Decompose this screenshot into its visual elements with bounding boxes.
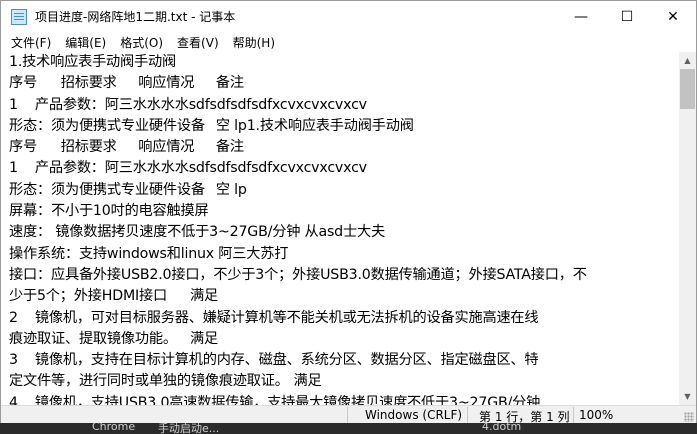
menu-file[interactable]: 文件(F) xyxy=(5,34,57,51)
editor-line: 痕迹取证、提取镜像功能。 满足 xyxy=(9,330,218,347)
menu-edit[interactable]: 编辑(E) xyxy=(59,34,112,51)
menu-bar: 文件(F) 编辑(E) 格式(O) 查看(V) 帮助(H) xyxy=(1,32,696,52)
status-separator xyxy=(467,407,468,423)
window-controls: — ☐ ✕ xyxy=(558,1,696,32)
taskbar-peek: Chrome 手动启动e... 4.dotm xyxy=(0,423,697,434)
editor-line: 1 产品参数：阿三水水水水sdfsdfsdfsdfxcvxcvxcvxcv xyxy=(9,96,367,113)
notepad-icon xyxy=(11,8,27,25)
status-separator xyxy=(347,407,348,423)
close-button[interactable]: ✕ xyxy=(650,1,696,32)
menu-help[interactable]: 帮助(H) xyxy=(227,34,281,51)
editor-line: 屏幕：不小于10吋的电容触摸屏 xyxy=(9,203,209,220)
title-bar[interactable]: 项目进度-网络阵地1二期.txt - 记事本 — ☐ ✕ xyxy=(1,1,696,32)
status-separator xyxy=(573,407,574,423)
editor-line: 序号 招标要求 响应情况 备注 xyxy=(9,139,244,156)
minimize-button[interactable]: — xyxy=(558,1,604,32)
notepad-window: 项目进度-网络阵地1二期.txt - 记事本 — ☐ ✕ 文件(F) 编辑(E)… xyxy=(0,0,697,424)
editor-line: 定文件等，进行同时或单独的镜像痕迹取证。 满足 xyxy=(9,373,322,390)
taskbar-item[interactable]: 手动启动e... xyxy=(158,423,219,434)
text-editor[interactable]: 1.技术响应表手动阀手动阀序号 招标要求 响应情况 备注 1 产品参数：阿三水水水… xyxy=(9,52,674,405)
status-encoding: Windows (CRLF) xyxy=(365,408,463,422)
scroll-thumb[interactable] xyxy=(680,69,695,109)
editor-line: 序号 招标要求 响应情况 备注 xyxy=(9,75,244,92)
editor-line: 速度： 镜像数据拷贝速度不低于3~27GB/分钟 从asd士大夫 xyxy=(9,224,385,241)
scroll-up-icon[interactable]: ▲ xyxy=(679,52,696,69)
scroll-down-icon[interactable]: ▼ xyxy=(679,388,696,405)
menu-view[interactable]: 查看(V) xyxy=(171,34,225,51)
taskbar-item[interactable]: Chrome xyxy=(92,423,135,433)
editor-line: 形态：须为便携式专业硬件设备 空 lp xyxy=(9,181,247,198)
status-bar: Windows (CRLF) 第 1 行，第 1 列 100% xyxy=(1,405,696,424)
editor-line: 3 镜像机，支持在目标计算机的内存、磁盘、系统分区、数据分区、指定磁盘区、特 xyxy=(9,352,539,369)
maximize-button[interactable]: ☐ xyxy=(604,1,650,32)
editor-line: 接口：应具备外接USB2.0接口，不少于3个；外接USB3.0数据传输通道；外接… xyxy=(9,266,587,283)
editor-line: 1 产品参数：阿三水水水水sdfsdfsdfsdfxcvxcvxcvxcv xyxy=(9,160,367,177)
resize-grip-icon[interactable] xyxy=(684,412,694,422)
editor-line: 1.技术响应表手动阀手动阀 xyxy=(9,54,176,70)
status-zoom: 100% xyxy=(579,408,614,422)
window-title: 项目进度-网络阵地1二期.txt - 记事本 xyxy=(35,10,236,24)
editor-line: 4 镜像机，支持USB3.0高速数据传输，支持最大镜像拷贝速度不低于3~27GB… xyxy=(9,394,541,405)
taskbar-item[interactable]: 4.dotm xyxy=(482,423,521,433)
editor-line: 少于5个；外接HDMI接口 满足 xyxy=(9,288,218,305)
editor-line: 形态：须为便携式专业硬件设备 空 lp1.技术响应表手动阀手动阀 xyxy=(9,117,414,134)
menu-format[interactable]: 格式(O) xyxy=(114,34,169,51)
editor-line: 操作系统：支持windows和linux 阿三大苏打 xyxy=(9,245,289,262)
vertical-scrollbar[interactable]: ▲ ▼ xyxy=(679,52,696,405)
editor-line: 2 镜像机，可对目标服务器、嫌疑计算机等不能关机或无法拆机的设备实施高速在线 xyxy=(9,309,539,326)
